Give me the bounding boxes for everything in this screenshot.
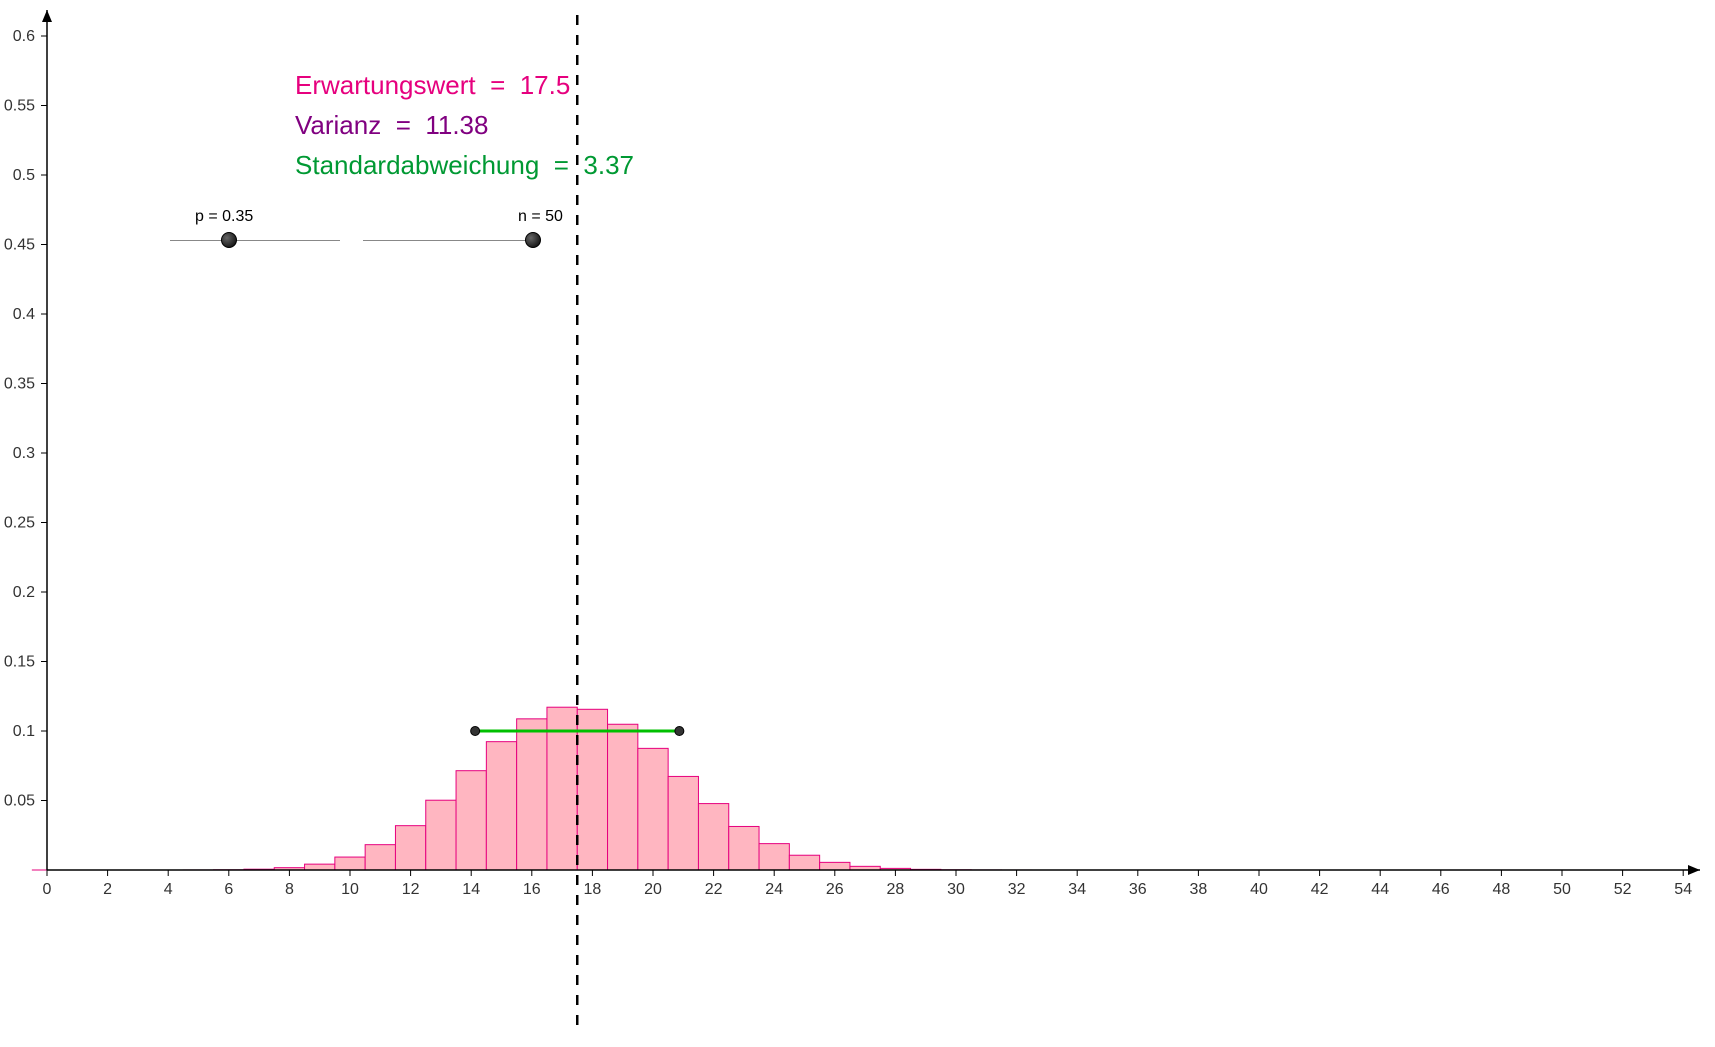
histogram-bar: [426, 800, 456, 870]
slider-n[interactable]: n = 50: [363, 230, 533, 260]
histogram-bar: [305, 864, 335, 870]
x-tick-label: 38: [1190, 881, 1208, 898]
x-tick-label: 26: [826, 881, 844, 898]
sd-label: Standardabweichung = 3.37: [295, 150, 634, 181]
x-tick-label: 4: [164, 881, 173, 898]
y-tick-label: 0.45: [4, 237, 35, 254]
x-tick-label: 0: [43, 881, 52, 898]
y-tick-label: 0.2: [13, 584, 35, 601]
histogram-bar: [486, 742, 516, 870]
histogram-bar: [577, 709, 607, 870]
y-tick-label: 0.25: [4, 515, 35, 532]
y-tick-label: 0.5: [13, 167, 35, 184]
x-tick-label: 46: [1432, 881, 1450, 898]
histogram-bar: [789, 855, 819, 870]
slider-p[interactable]: p = 0.35: [170, 230, 340, 260]
histogram-bar: [729, 826, 759, 870]
histogram-bar: [608, 724, 638, 870]
x-tick-label: 28: [887, 881, 905, 898]
slider-p-thumb[interactable]: [221, 232, 237, 248]
y-tick-label: 0.3: [13, 445, 35, 462]
histogram-bar: [668, 776, 698, 870]
x-tick-label: 8: [285, 881, 294, 898]
x-tick-label: 6: [224, 881, 233, 898]
x-tick-label: 16: [523, 881, 541, 898]
x-tick-label: 18: [584, 881, 602, 898]
x-tick-label: 10: [341, 881, 359, 898]
histogram-bar: [395, 826, 425, 870]
x-tick-label: 24: [765, 881, 783, 898]
x-tick-label: 36: [1129, 881, 1147, 898]
histogram-bar: [820, 862, 850, 870]
histogram-bar: [638, 748, 668, 870]
x-tick-label: 12: [402, 881, 420, 898]
x-tick-label: 40: [1250, 881, 1268, 898]
histogram-bar: [759, 844, 789, 870]
slider-n-thumb[interactable]: [525, 232, 541, 248]
binomial-histogram: 0246810121416182022242628303234363840424…: [0, 0, 1715, 1047]
y-tick-label: 0.6: [13, 28, 35, 45]
x-tick-label: 2: [103, 881, 112, 898]
y-tick-label: 0.4: [13, 306, 35, 323]
sd-endpoint: [471, 727, 480, 736]
x-tick-label: 30: [947, 881, 965, 898]
y-tick-label: 0.55: [4, 98, 35, 115]
y-tick-label: 0.05: [4, 793, 35, 810]
x-tick-label: 34: [1068, 881, 1086, 898]
x-tick-label: 32: [1008, 881, 1026, 898]
x-tick-label: 44: [1371, 881, 1389, 898]
x-tick-label: 50: [1553, 881, 1571, 898]
expected-value-label: Erwartungswert = 17.5: [295, 70, 570, 101]
x-tick-label: 48: [1493, 881, 1511, 898]
variance-label: Varianz = 11.38: [295, 110, 488, 141]
y-tick-label: 0.1: [13, 723, 35, 740]
y-tick-label: 0.35: [4, 376, 35, 393]
x-tick-label: 54: [1674, 881, 1692, 898]
histogram-bar: [335, 857, 365, 870]
x-tick-label: 42: [1311, 881, 1329, 898]
x-tick-label: 22: [705, 881, 723, 898]
x-tick-label: 52: [1614, 881, 1632, 898]
histogram-bar: [517, 719, 547, 870]
histogram-bar: [456, 771, 486, 870]
x-tick-label: 14: [462, 881, 480, 898]
histogram-bar: [698, 804, 728, 870]
x-tick-label: 20: [644, 881, 662, 898]
histogram-bar: [365, 845, 395, 870]
sd-endpoint: [675, 727, 684, 736]
y-tick-label: 0.15: [4, 654, 35, 671]
